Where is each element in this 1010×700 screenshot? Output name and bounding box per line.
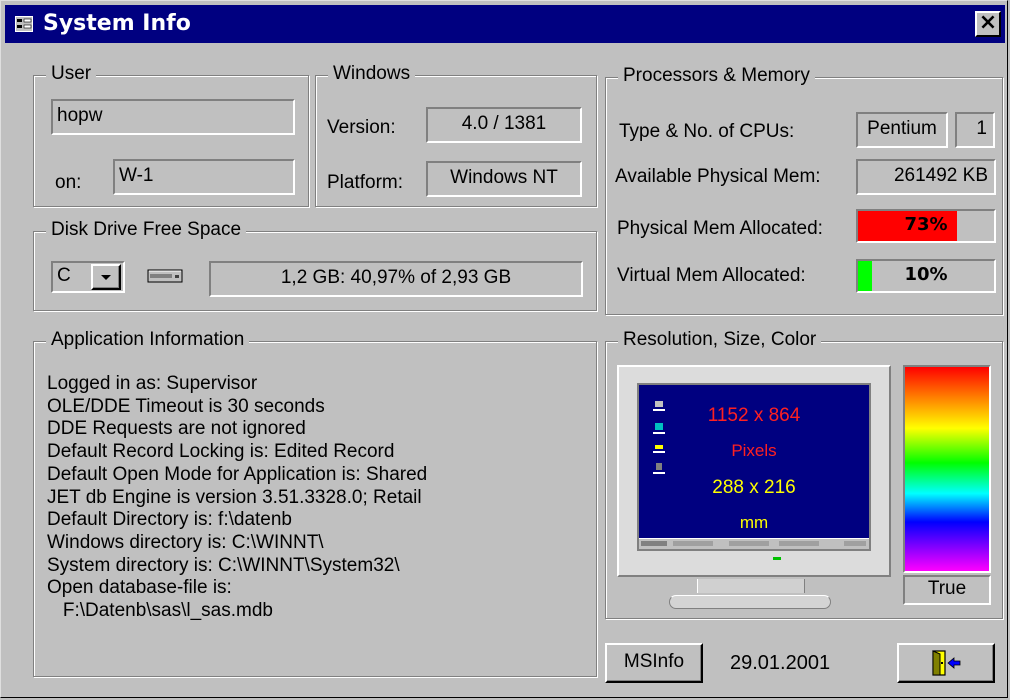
version-field: 4.0 / 1381 <box>426 107 582 143</box>
close-icon: × <box>978 10 998 35</box>
drive-dropdown-button[interactable] <box>91 264 121 290</box>
app-info-line: OLE/DDE Timeout is 30 seconds <box>47 395 325 417</box>
date-label: 29.01.2001 <box>730 652 831 674</box>
app-info-line: Default Open Mode for Application is: Sh… <box>47 463 428 485</box>
resolution-legend: Resolution, Size, Color <box>618 329 822 351</box>
drive-select[interactable]: C <box>51 261 125 293</box>
disk-free-space-field: 1,2 GB: 40,97% of 2,93 GB <box>209 261 583 297</box>
cpu-label: Type & No. of CPUs: <box>619 121 795 142</box>
app-info-line: F:\Datenb\sas\l_sas.mdb <box>47 600 273 622</box>
app-info-line: Logged in as: Supervisor <box>47 373 258 394</box>
exit-button[interactable] <box>897 643 995 683</box>
screen-resolution: 1152 x 864 <box>707 405 801 426</box>
app-info-line: Default Directory is: f:\datenb <box>47 509 292 531</box>
msinfo-button[interactable]: MSInfo <box>605 643 703 683</box>
screen-taskbar <box>639 538 869 549</box>
chevron-down-icon <box>101 275 111 280</box>
screen-size-unit: mm <box>739 513 769 532</box>
app-info-line: Default Record Locking is: Edited Record <box>47 441 395 463</box>
application-info-legend: Application Information <box>46 329 250 351</box>
username-field: hopw <box>51 99 295 135</box>
monitor-stand <box>697 579 805 593</box>
version-label: Version: <box>327 117 396 138</box>
monitor-base <box>669 595 831 609</box>
available-mem-field: 261492 KB <box>856 159 996 195</box>
on-label: on: <box>55 172 82 193</box>
color-depth-gradient <box>903 365 991 573</box>
disk-legend: Disk Drive Free Space <box>46 219 247 241</box>
virtual-mem-progress: 10% <box>856 259 996 293</box>
app-info-line: Windows directory is: C:\WINNT\ <box>47 531 324 553</box>
monitor-graphic: 1152 x 864 Pixels 288 x 216 mm <box>617 365 891 577</box>
msinfo-button-label: MSInfo <box>623 651 685 672</box>
platform-field: Windows NT <box>426 161 582 197</box>
system-info-window: System Info × User hopw on: W-1 Windows … <box>0 0 1008 698</box>
monitor-screen: 1152 x 864 Pixels 288 x 216 mm <box>637 383 871 551</box>
screen-resolution-unit: Pixels <box>731 441 777 460</box>
machine-field: W-1 <box>113 159 295 195</box>
application-info-list: Logged in as: Supervisor OLE/DDE Timeout … <box>47 373 427 623</box>
user-legend: User <box>46 63 97 85</box>
close-button[interactable]: × <box>975 11 1001 37</box>
drive-select-value: C <box>57 265 71 286</box>
hard-drive-icon <box>147 269 183 283</box>
virtual-mem-label: Virtual Mem Allocated: <box>617 265 806 286</box>
color-depth-field: True <box>903 575 991 605</box>
app-info-line: System directory is: C:\WINNT\System32\ <box>47 554 400 576</box>
virtual-mem-percent: 10% <box>904 264 948 285</box>
app-info-line: JET db Engine is version 3.51.3328.0; Re… <box>47 486 422 508</box>
platform-label: Platform: <box>327 172 404 193</box>
physical-mem-label: Physical Mem Allocated: <box>617 218 823 239</box>
screen-size: 288 x 216 <box>712 477 796 498</box>
window-title: System Info <box>43 11 191 36</box>
windows-legend: Windows <box>328 63 416 85</box>
monitor-power-led <box>773 557 781 560</box>
available-mem-label: Available Physical Mem: <box>615 166 821 187</box>
physical-mem-percent: 73% <box>904 214 948 235</box>
app-info-line: DDE Requests are not ignored <box>47 418 306 440</box>
exit-door-icon <box>932 650 961 676</box>
processors-memory-legend: Processors & Memory <box>618 65 815 87</box>
form-icon <box>15 16 33 32</box>
cpu-type-field: Pentium <box>856 112 948 148</box>
app-info-line: Open database-file is: <box>47 577 232 599</box>
physical-mem-progress: 73% <box>856 209 996 243</box>
title-bar[interactable]: System Info × <box>5 5 1005 43</box>
cpu-count-field: 1 <box>955 112 995 148</box>
